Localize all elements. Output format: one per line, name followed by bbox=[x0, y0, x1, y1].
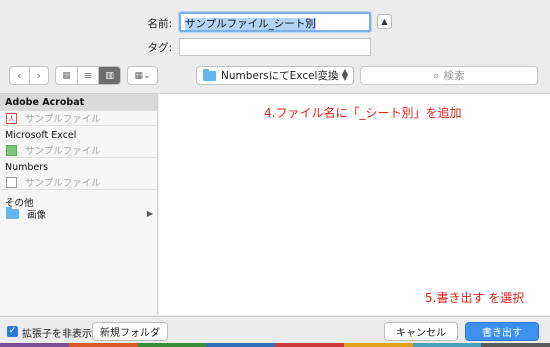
save-header: 名前: サンプルファイル_シート別 ▲ タグ: bbox=[0, 0, 550, 62]
filename-input[interactable]: サンプルファイル_シート別 bbox=[179, 12, 371, 32]
list-icon: ≡ bbox=[83, 69, 93, 82]
sidebar-section-acrobat[interactable]: Adobe Acrobat bbox=[0, 94, 157, 111]
list-view-button[interactable]: ≡ bbox=[78, 67, 100, 84]
checkmark-icon: ✓ bbox=[8, 326, 17, 336]
column-view-button[interactable]: ▥ bbox=[99, 67, 120, 84]
sidebar-item-label: サンプルファイル bbox=[25, 146, 101, 157]
sidebar-item-excel-sample[interactable]: サンプルファイル bbox=[0, 143, 157, 158]
annotation-step4: 4.ファイル名に「_シート別」を追加 bbox=[264, 106, 462, 120]
numbers-icon bbox=[6, 176, 17, 188]
cancel-button[interactable]: キャンセル bbox=[384, 322, 458, 341]
view-mode-buttons: ▦ ≡ ▥ bbox=[55, 66, 121, 85]
new-folder-button[interactable]: 新規フォルダ bbox=[92, 322, 168, 341]
gallery-icon: ▦⌄ bbox=[134, 70, 151, 81]
gallery-view-button[interactable]: ▦⌄ bbox=[127, 66, 158, 85]
hide-extension-checkbox[interactable]: ✓ bbox=[7, 326, 18, 337]
search-field[interactable]: ⌕ 検索 bbox=[360, 66, 538, 85]
sidebar: Adobe Acrobat ⅄ サンプルファイル Microsoft Excel… bbox=[0, 93, 158, 315]
grid-icon: ▦ bbox=[62, 70, 71, 81]
file-browser-pane[interactable]: 4.ファイル名に「_シート別」を追加 5.書き出す を選択 bbox=[159, 93, 550, 315]
filename-value: サンプルファイル_シート別 bbox=[185, 18, 316, 30]
pdf-icon: ⅄ bbox=[6, 112, 17, 124]
location-label: NumbersにてExcel変換 bbox=[221, 70, 339, 82]
updown-icon: ▲ ▼ bbox=[341, 67, 348, 82]
hide-extension-label: 拡張子を非表示 bbox=[22, 329, 92, 340]
tag-label: タグ: bbox=[147, 42, 172, 54]
folder-icon bbox=[203, 68, 216, 81]
sidebar-item-label: 画像 bbox=[27, 209, 47, 221]
export-button[interactable]: 書き出す bbox=[465, 322, 539, 341]
sidebar-item-label: サンプルファイル bbox=[25, 178, 101, 189]
save-dialog: 名前: サンプルファイル_シート別 ▲ タグ: ‹ › ▦ ≡ ▥ ▦⌄ Num… bbox=[0, 0, 550, 347]
columns-icon: ▥ bbox=[105, 70, 114, 81]
sidebar-item-numbers-sample[interactable]: サンプルファイル bbox=[0, 175, 157, 190]
tag-input[interactable] bbox=[179, 38, 371, 56]
folder-icon bbox=[6, 206, 19, 219]
excel-icon bbox=[6, 144, 17, 156]
chevron-right-icon: ▶ bbox=[146, 209, 153, 218]
back-button[interactable]: ‹ bbox=[10, 67, 30, 84]
search-placeholder: 検索 bbox=[443, 70, 465, 82]
forward-button[interactable]: › bbox=[30, 67, 49, 84]
sidebar-item-acrobat-sample[interactable]: ⅄ サンプルファイル bbox=[0, 111, 157, 126]
chevron-left-icon: ‹ bbox=[17, 69, 22, 82]
collapse-button[interactable]: ▲ bbox=[377, 14, 392, 29]
chevron-right-icon: › bbox=[36, 69, 41, 82]
search-icon: ⌕ bbox=[433, 68, 440, 82]
sidebar-section-numbers[interactable]: Numbers bbox=[0, 159, 157, 176]
sidebar-item-images[interactable]: 画像 ▶ bbox=[0, 206, 157, 221]
icon-view-button[interactable]: ▦ bbox=[56, 67, 78, 84]
location-popup[interactable]: NumbersにてExcel変換 ▲ ▼ bbox=[196, 66, 354, 85]
chevron-up-icon: ▲ bbox=[381, 17, 388, 26]
background-strip bbox=[0, 343, 550, 347]
sidebar-section-excel[interactable]: Microsoft Excel bbox=[0, 127, 157, 144]
name-label: 名前: bbox=[147, 18, 172, 30]
annotation-step5: 5.書き出す を選択 bbox=[425, 291, 525, 305]
nav-buttons: ‹ › bbox=[9, 66, 49, 85]
sidebar-item-label: サンプルファイル bbox=[25, 114, 101, 125]
